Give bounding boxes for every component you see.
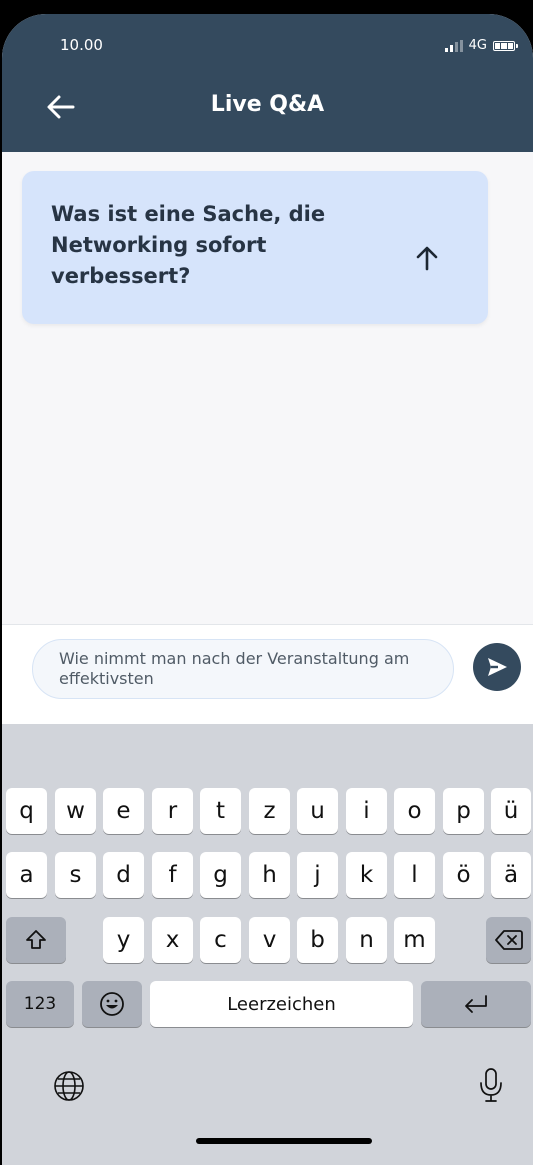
keyboard: q w e r t z u i o p ü a s d f g h j k l … xyxy=(2,724,533,1165)
app-screen: 10.00 4G Live Q&A Was ist eine Sache, di… xyxy=(2,14,533,1165)
key[interactable]: y xyxy=(103,917,144,963)
battery-icon xyxy=(493,40,518,51)
key[interactable]: ö xyxy=(443,852,484,898)
key[interactable]: h xyxy=(249,852,290,898)
key[interactable]: ä xyxy=(491,852,531,898)
key[interactable]: s xyxy=(55,852,96,898)
key[interactable]: i xyxy=(346,788,387,834)
globe-button[interactable] xyxy=(52,1069,86,1103)
home-indicator xyxy=(196,1138,372,1144)
emoji-key[interactable] xyxy=(82,981,142,1027)
backspace-icon xyxy=(494,930,523,950)
key[interactable]: b xyxy=(297,917,338,963)
backspace-key[interactable] xyxy=(486,917,531,963)
key[interactable]: g xyxy=(200,852,241,898)
key[interactable]: l xyxy=(394,852,435,898)
signal-icon xyxy=(444,39,463,52)
key[interactable]: k xyxy=(346,852,387,898)
status-indicators: 4G xyxy=(444,38,518,53)
key[interactable]: c xyxy=(200,917,241,963)
numbers-key[interactable]: 123 xyxy=(6,981,74,1027)
key[interactable]: m xyxy=(394,917,435,963)
question-card[interactable]: Was ist eine Sache, die Networking sofor… xyxy=(22,171,488,324)
key[interactable]: n xyxy=(346,917,387,963)
shift-key[interactable] xyxy=(6,917,66,963)
key[interactable]: e xyxy=(103,788,144,834)
key[interactable]: j xyxy=(297,852,338,898)
key[interactable]: ü xyxy=(491,788,531,834)
space-key[interactable]: Leerzeichen xyxy=(150,981,413,1027)
page-title: Live Q&A xyxy=(210,92,325,117)
emoji-icon xyxy=(100,992,124,1016)
key[interactable]: a xyxy=(6,852,47,898)
app-header: 10.00 4G Live Q&A xyxy=(2,14,533,152)
microphone-icon xyxy=(480,1068,502,1102)
key[interactable]: r xyxy=(152,788,193,834)
key[interactable]: o xyxy=(394,788,435,834)
status-time: 10.00 xyxy=(60,36,103,54)
shift-icon xyxy=(26,930,46,949)
question-input[interactable]: Wie nimmt man nach der Veranstaltung am … xyxy=(32,639,454,699)
send-button[interactable] xyxy=(473,643,521,691)
network-label: 4G xyxy=(468,38,487,53)
key[interactable]: f xyxy=(152,852,193,898)
key[interactable]: z xyxy=(249,788,290,834)
key[interactable]: x xyxy=(152,917,193,963)
microphone-button[interactable] xyxy=(478,1067,504,1103)
key[interactable]: w xyxy=(55,788,96,834)
question-text: Was ist eine Sache, die Networking sofor… xyxy=(51,202,326,288)
globe-icon xyxy=(54,1071,84,1101)
key[interactable]: t xyxy=(200,788,241,834)
return-icon xyxy=(465,995,487,1013)
composer-bar: Wie nimmt man nach der Veranstaltung am … xyxy=(2,624,533,725)
key[interactable]: p xyxy=(443,788,484,834)
arrow-up-icon xyxy=(416,246,438,271)
key[interactable]: u xyxy=(297,788,338,834)
key[interactable]: q xyxy=(6,788,47,834)
phone-frame: 10.00 4G Live Q&A Was ist eine Sache, di… xyxy=(0,0,533,1165)
upvote-button[interactable] xyxy=(415,245,439,271)
key[interactable]: d xyxy=(103,852,144,898)
return-key[interactable] xyxy=(421,981,531,1027)
send-icon xyxy=(488,658,507,676)
key[interactable]: v xyxy=(249,917,290,963)
